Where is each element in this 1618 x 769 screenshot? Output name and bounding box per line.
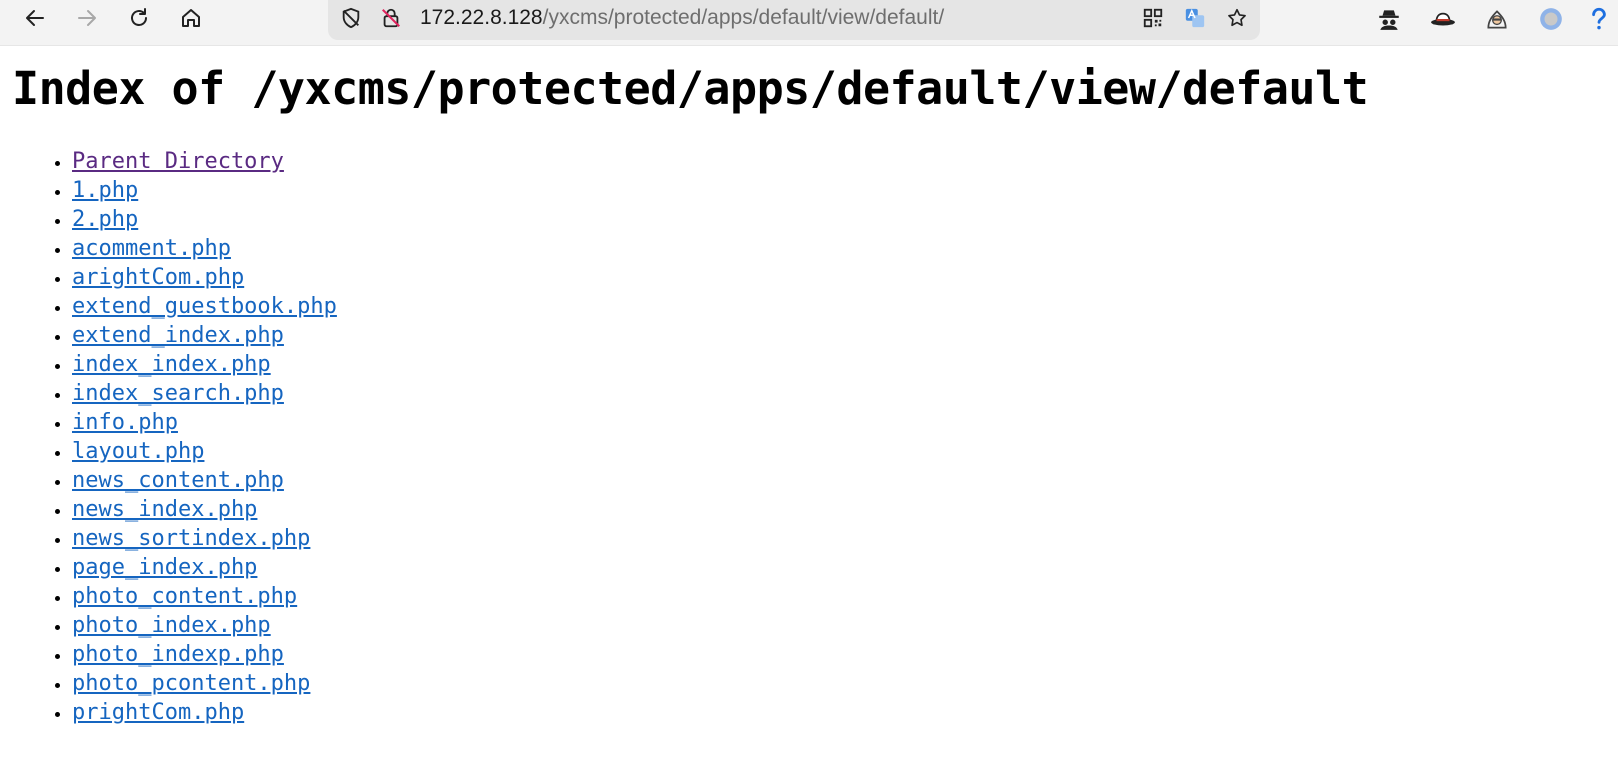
reload-button[interactable] (121, 2, 157, 34)
list-item: info.php (72, 408, 337, 437)
favorite-button[interactable] (1224, 5, 1250, 31)
directory-listing: Parent Directory 1.php 2.php acomment.ph… (0, 147, 337, 727)
file-link[interactable]: photo_content.php (72, 584, 297, 609)
help-button[interactable] (1586, 3, 1612, 35)
tracking-shield-icon (342, 7, 360, 29)
list-item: photo_content.php (72, 582, 337, 611)
file-link[interactable]: page_index.php (72, 555, 257, 580)
forward-icon (78, 10, 96, 26)
list-item: photo_indexp.php (72, 640, 337, 669)
url-text[interactable]: 172.22.8.128/yxcms/protected/apps/defaul… (420, 4, 944, 32)
tracking-protection-button[interactable] (338, 5, 364, 31)
list-item: page_index.php (72, 553, 337, 582)
page-title: Index of /yxcms/protected/apps/default/v… (12, 62, 1369, 115)
list-item: layout.php (72, 437, 337, 466)
url-path: /yxcms/protected/apps/default/view/defau… (542, 6, 945, 29)
forward-button[interactable] (69, 2, 105, 34)
extension-circle-button[interactable] (1535, 3, 1567, 35)
back-icon (26, 10, 44, 26)
address-bar[interactable]: 172.22.8.128/yxcms/protected/apps/defaul… (328, 0, 1260, 40)
file-link[interactable]: photo_pcontent.php (72, 671, 310, 696)
extension-hat-button[interactable] (1427, 3, 1459, 35)
list-item: news_sortindex.php (72, 524, 337, 553)
extension-spy-icon (1379, 10, 1399, 30)
browser-toolbar: 172.22.8.128/yxcms/protected/apps/defaul… (0, 0, 1618, 46)
extension-hacker-button[interactable] (1481, 3, 1513, 35)
list-item: photo_index.php (72, 611, 337, 640)
home-button[interactable] (173, 2, 209, 34)
list-item: news_index.php (72, 495, 337, 524)
file-link[interactable]: 2.php (72, 207, 138, 232)
file-link[interactable]: extend_index.php (72, 323, 284, 348)
file-link[interactable]: 1.php (72, 178, 138, 203)
extension-circle-icon (1540, 8, 1562, 30)
help-icon (1592, 7, 1606, 30)
qr-code-icon (1143, 8, 1163, 28)
list-item: extend_index.php (72, 321, 337, 350)
home-icon (182, 9, 200, 27)
insecure-lock-icon (382, 8, 400, 28)
parent-directory-link[interactable]: Parent Directory (72, 149, 284, 174)
file-link[interactable]: news_content.php (72, 468, 284, 493)
file-link[interactable]: photo_index.php (72, 613, 271, 638)
file-link[interactable]: extend_guestbook.php (72, 294, 337, 319)
file-link[interactable]: acomment.php (72, 236, 231, 261)
list-item: arightCom.php (72, 263, 337, 292)
file-link[interactable]: news_index.php (72, 497, 257, 522)
favorite-star-icon (1228, 8, 1246, 27)
file-link[interactable]: index_search.php (72, 381, 284, 406)
file-link[interactable]: photo_indexp.php (72, 642, 284, 667)
file-link[interactable]: info.php (72, 410, 178, 435)
translate-icon (1185, 8, 1205, 28)
extension-spy-button[interactable] (1373, 3, 1405, 35)
translate-button[interactable] (1182, 5, 1208, 31)
list-item: news_content.php (72, 466, 337, 495)
list-item: photo_pcontent.php (72, 669, 337, 698)
extension-hacker-icon (1487, 10, 1507, 29)
file-link[interactable]: index_index.php (72, 352, 271, 377)
list-item: prightCom.php (72, 698, 337, 727)
list-item: index_index.php (72, 350, 337, 379)
qr-code-button[interactable] (1140, 5, 1166, 31)
list-item: acomment.php (72, 234, 337, 263)
list-item: 2.php (72, 205, 337, 234)
site-security-button[interactable] (378, 5, 404, 31)
file-link[interactable]: news_sortindex.php (72, 526, 310, 551)
extension-hat-icon (1431, 12, 1455, 26)
list-item: index_search.php (72, 379, 337, 408)
url-host: 172.22.8.128 (420, 6, 543, 29)
file-link[interactable]: prightCom.php (72, 700, 244, 725)
file-link[interactable]: arightCom.php (72, 265, 244, 290)
list-item: Parent Directory (72, 147, 337, 176)
file-link[interactable]: layout.php (72, 439, 204, 464)
list-item: 1.php (72, 176, 337, 205)
list-item: extend_guestbook.php (72, 292, 337, 321)
back-button[interactable] (17, 2, 53, 34)
reload-icon (131, 8, 147, 26)
